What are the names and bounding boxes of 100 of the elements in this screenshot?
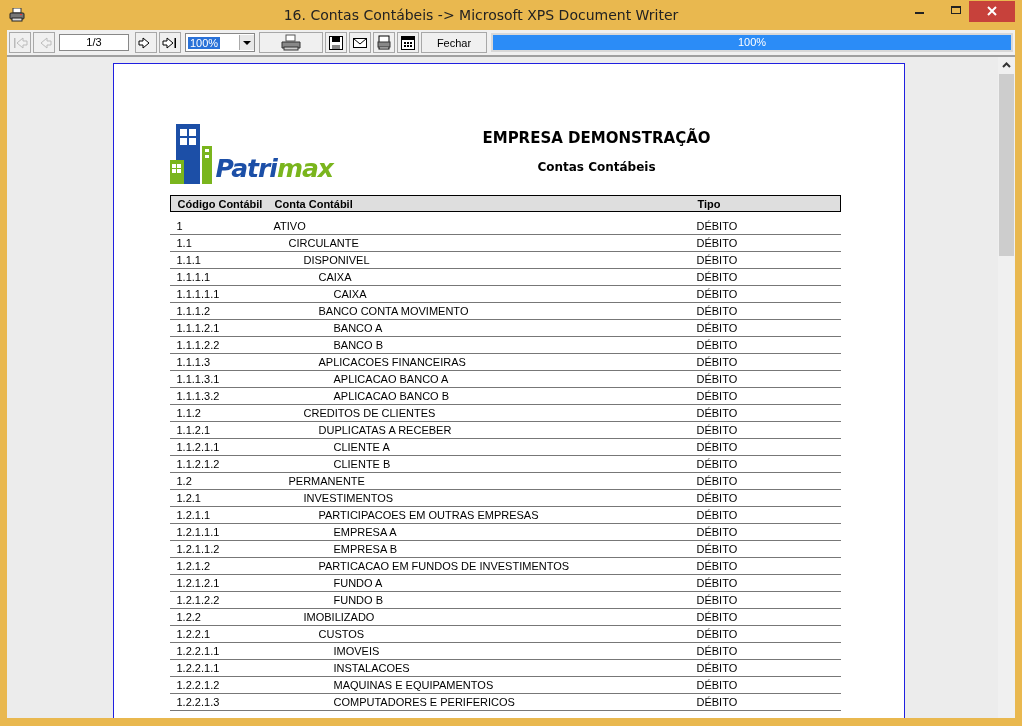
calendar-icon (400, 34, 416, 51)
account-type: DÉBITO (696, 356, 739, 368)
envelope-icon (352, 35, 368, 50)
report-title: Contas Contábeis (536, 160, 657, 174)
account-name: APLICACOES FINANCEIRAS (318, 356, 466, 368)
account-type: DÉBITO (696, 373, 739, 385)
account-type: DÉBITO (696, 407, 739, 419)
account-type: DÉBITO (696, 424, 739, 436)
account-type: DÉBITO (696, 237, 739, 249)
account-code: 1.1 (175, 237, 193, 249)
account-type: DÉBITO (696, 288, 739, 300)
account-code: 1.1.1.3.1 (175, 373, 221, 385)
account-code: 1.2 (175, 475, 193, 487)
account-code: 1.2.2 (175, 611, 202, 623)
account-name: FUNDO A (333, 577, 383, 589)
account-type: DÉBITO (696, 441, 739, 453)
account-name: CLIENTE B (333, 458, 391, 470)
account-type: DÉBITO (696, 543, 739, 555)
page-field[interactable]: 1/3 (59, 34, 129, 51)
account-type: DÉBITO (696, 526, 739, 538)
account-type: DÉBITO (696, 628, 739, 640)
account-code: 1.1.2.1.2 (175, 458, 221, 470)
zoom-dropdown[interactable]: 100% (185, 33, 255, 52)
account-type: DÉBITO (696, 679, 739, 691)
account-code: 1.2.2.1.3 (175, 696, 221, 708)
email-button[interactable] (349, 32, 371, 53)
account-code: 1.1.1.2.1 (175, 322, 221, 334)
account-name: CUSTOS (318, 628, 365, 640)
calendar-button[interactable] (397, 32, 419, 53)
account-type: DÉBITO (696, 475, 739, 487)
account-type: DÉBITO (696, 594, 739, 606)
account-code: 1.1.1.3.2 (175, 390, 221, 402)
account-type: DÉBITO (696, 339, 739, 351)
account-name: IMOBILIZADO (303, 611, 375, 623)
close-button[interactable] (969, 0, 1015, 22)
buildings-icon (169, 124, 214, 184)
account-name: ATIVO (273, 220, 306, 232)
account-code: 1.2.1.1 (175, 509, 212, 521)
account-name: PARTICIPACOES EM OUTRAS EMPRESAS (318, 509, 539, 521)
account-type: DÉBITO (696, 696, 739, 708)
account-type: DÉBITO (696, 492, 739, 504)
account-name: BANCO CONTA MOVIMENTO (318, 305, 469, 317)
account-code: 1.2.2.1.1 (175, 645, 221, 657)
account-name: PARTICACAO EM FUNDOS DE INVESTIMENTOS (318, 560, 570, 572)
account-code: 1.2.1 (175, 492, 202, 504)
account-type: DÉBITO (696, 662, 739, 674)
caret-icon (243, 40, 251, 45)
account-code: 1.1.1 (175, 254, 202, 266)
account-type: DÉBITO (696, 645, 739, 657)
print-button[interactable] (259, 32, 323, 53)
account-code: 1.1.1.2.2 (175, 339, 221, 351)
print-setup-button[interactable] (373, 32, 395, 53)
account-name: IMOVEIS (333, 645, 380, 657)
account-type: DÉBITO (696, 509, 739, 521)
next-page-button[interactable] (135, 32, 157, 53)
account-name: PERMANENTE (288, 475, 365, 487)
account-name: CAIXA (318, 271, 352, 283)
account-code: 1.2.2.1.2 (175, 679, 221, 691)
account-type: DÉBITO (696, 611, 739, 623)
account-code: 1.1.1.2 (175, 305, 212, 317)
account-code: 1.2.2.1 (175, 628, 212, 640)
progress-reading: 100% (736, 35, 768, 50)
account-code: 1.1.1.1.1 (175, 288, 221, 300)
company-name: EMPRESA DEMONSTRAÇÃO (481, 129, 712, 147)
scroll-thumb[interactable] (999, 74, 1014, 256)
account-name: BANCO B (333, 339, 383, 351)
account-type: DÉBITO (696, 271, 739, 283)
account-name: CLIENTE A (333, 441, 390, 453)
close-report-button[interactable]: Fechar (421, 32, 487, 53)
account-name: INVESTIMENTOS (303, 492, 394, 504)
account-name: APLICACAO BANCO B (333, 390, 450, 402)
logo-text: Patrimax (215, 154, 333, 183)
account-name: EMPRESA B (333, 543, 398, 555)
account-name: CAIXA (333, 288, 367, 300)
account-type: DÉBITO (696, 305, 739, 317)
printer-icon (9, 8, 25, 22)
account-type: DÉBITO (696, 458, 739, 470)
account-name: COMPUTADORES E PERIFERICOS (333, 696, 515, 708)
account-name: DUPLICATAS A RECEBER (318, 424, 452, 436)
window-title: 16. Contas Contábeis -> Microsoft XPS Document Writer (282, 7, 680, 23)
account-code: 1.2.1.1.1 (175, 526, 221, 538)
account-code: 1.2.1.2.2 (175, 594, 221, 606)
account-code: 1.2.2.1.1 (175, 662, 221, 674)
account-code: 1.1.2.1 (175, 424, 212, 436)
column-header: Conta Contábil (274, 197, 354, 210)
vertical-scrollbar[interactable] (998, 57, 1015, 718)
save-button[interactable] (325, 32, 347, 53)
account-type: DÉBITO (696, 390, 739, 402)
account-type: DÉBITO (696, 322, 739, 334)
account-code: 1.2.1.1.2 (175, 543, 221, 555)
account-code: 1.1.1.3 (175, 356, 212, 368)
account-code: 1.2.1.2.1 (175, 577, 221, 589)
last-page-button[interactable] (159, 32, 181, 53)
printer-icon (376, 34, 392, 51)
account-name: MAQUINAS E EQUIPAMENTOS (333, 679, 494, 691)
account-code: 1.1.2.1.1 (175, 441, 221, 453)
account-name: CIRCULANTE (288, 237, 359, 249)
account-name: CREDITOS DE CLIENTES (303, 407, 436, 419)
column-header: Tipo (697, 197, 722, 210)
account-name: INSTALACOES (333, 662, 410, 674)
